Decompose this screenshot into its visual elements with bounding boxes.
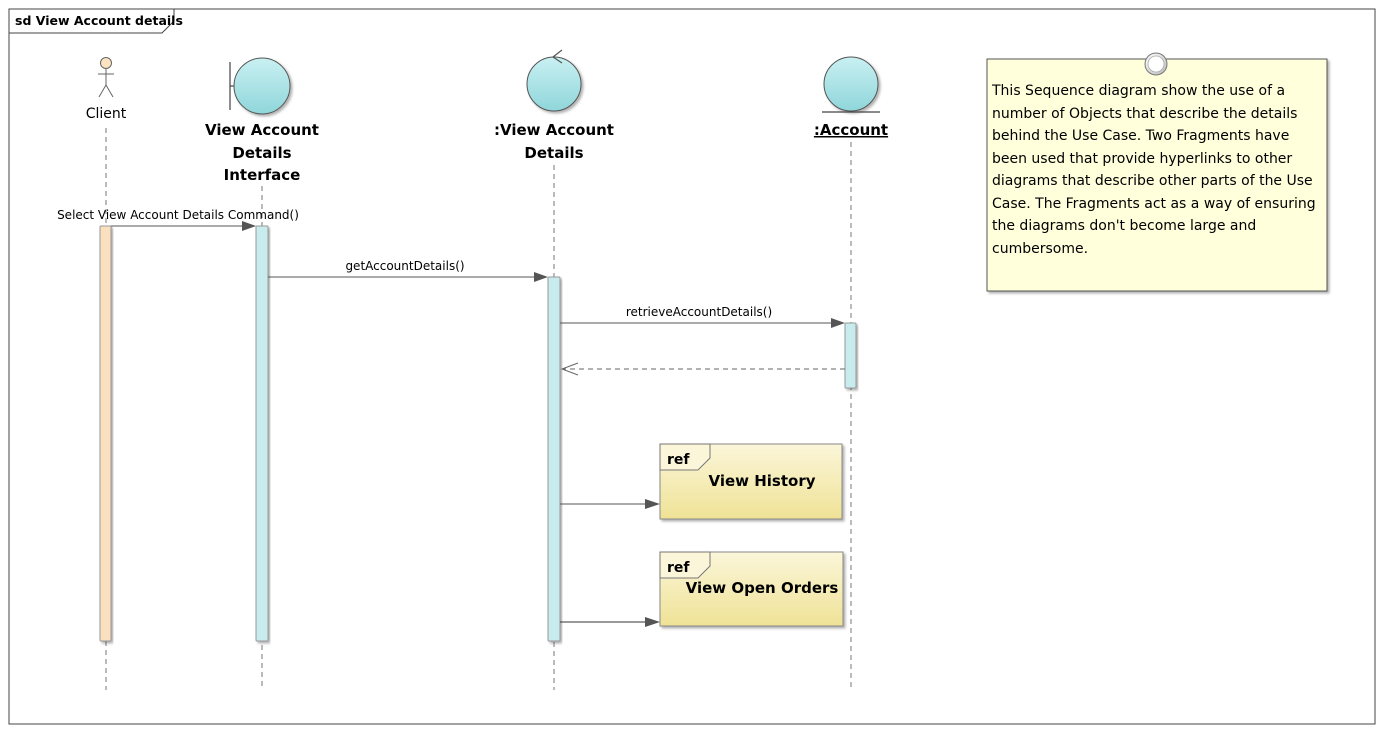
account-activation[interactable] — [844, 322, 857, 389]
interface-activation[interactable] — [255, 225, 269, 642]
fragment-tag: ref — [667, 452, 690, 468]
sequence-diagram-canvas: sd View Account details Client View Acco… — [0, 0, 1382, 732]
message-label: getAccountDetails() — [345, 259, 464, 273]
message-label: Select View Account Details Command() — [57, 208, 299, 222]
client-activation[interactable] — [99, 225, 112, 642]
boundary-label-line2: Details — [232, 144, 291, 162]
fragment-title: View Open Orders — [686, 579, 839, 597]
fragment-tag: ref — [667, 560, 690, 576]
boundary-label-line3: Interface — [224, 166, 301, 184]
fragment-view-open-orders[interactable]: ref View Open Orders — [659, 551, 844, 627]
control-label-line1: :View Account — [494, 121, 614, 139]
message-label: retrieveAccountDetails() — [626, 305, 772, 319]
control-label-line2: Details — [524, 144, 583, 162]
client-label: Client — [86, 106, 127, 122]
frame-title: sd View Account details — [15, 13, 183, 28]
note-text: This Sequence diagram show the use of a … — [992, 83, 1316, 257]
boundary-label-line1: View Account — [205, 121, 319, 139]
control-activation[interactable] — [547, 276, 561, 642]
fragment-view-history[interactable]: ref View History — [659, 443, 843, 520]
fragment-title: View History — [708, 472, 815, 490]
pin-icon — [1144, 52, 1168, 76]
entity-label: :Account — [814, 121, 888, 139]
